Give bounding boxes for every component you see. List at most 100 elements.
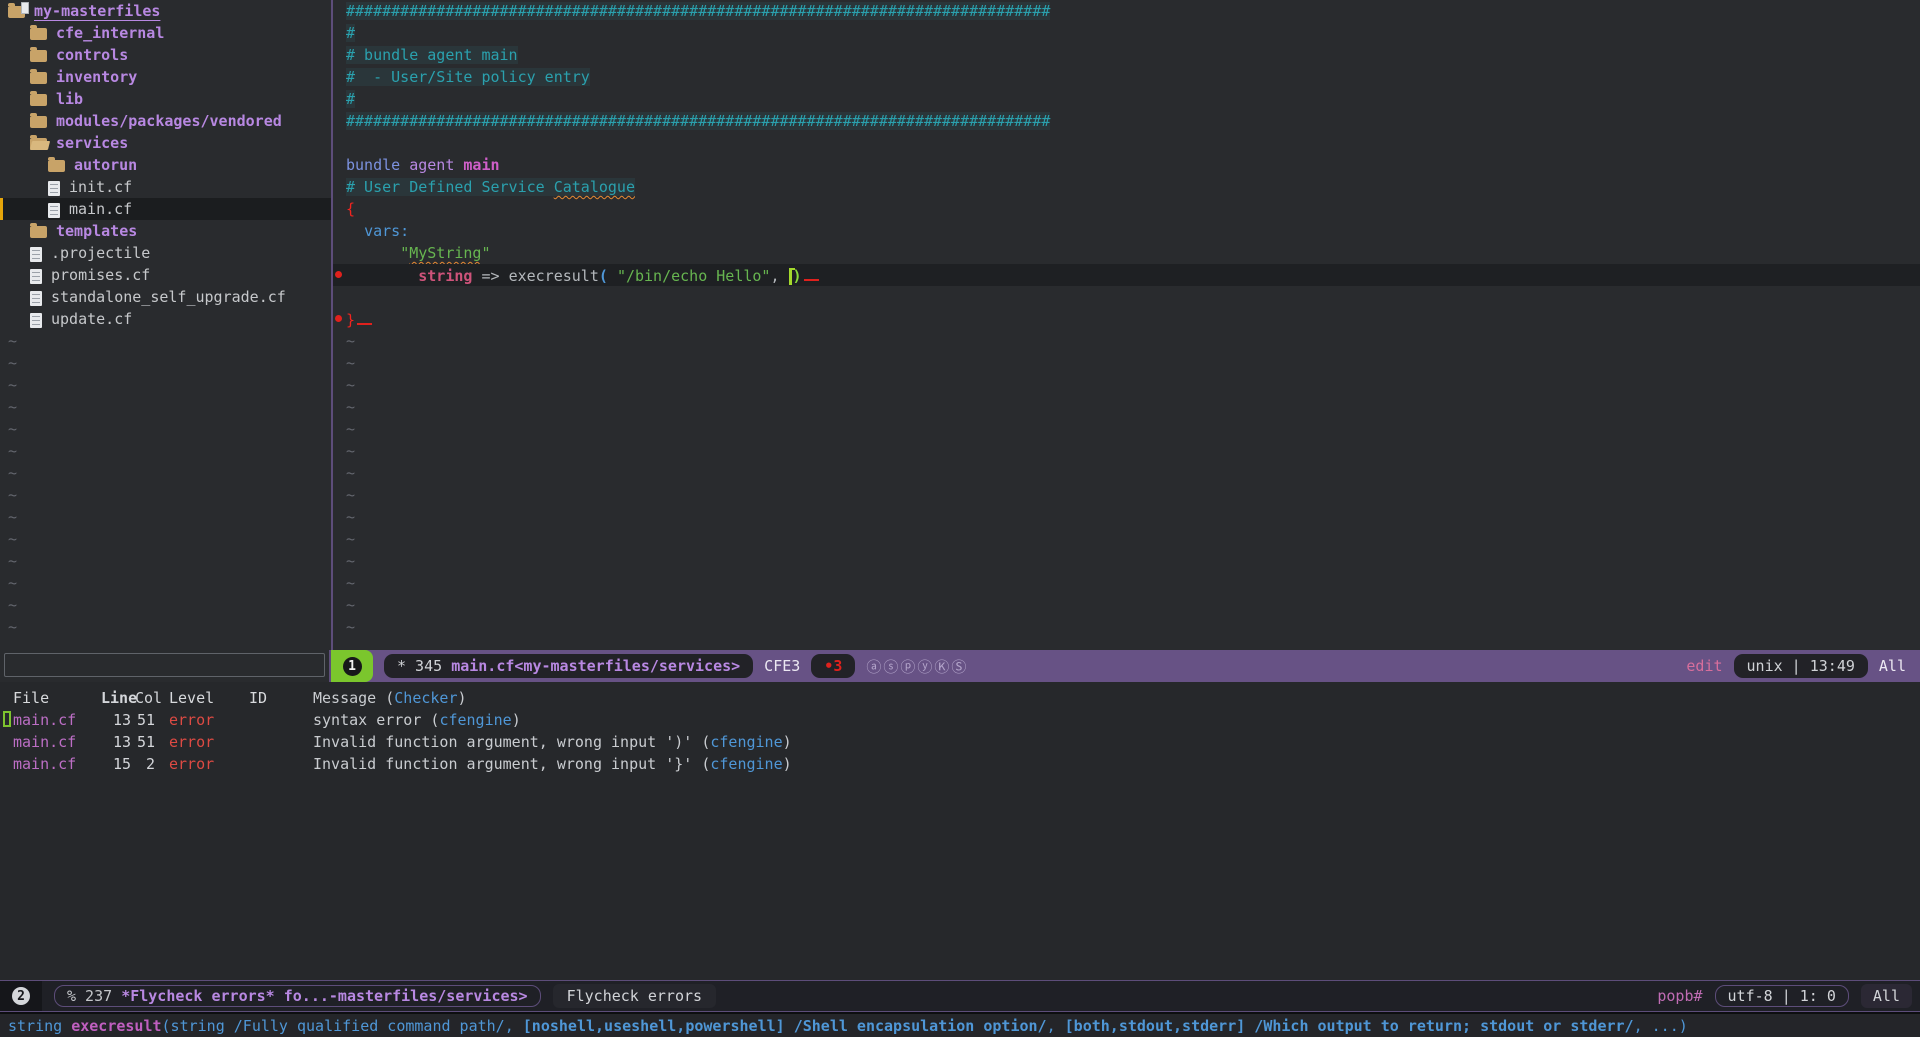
empty-line: ~ xyxy=(0,440,331,462)
window-number-badge-2: 2 xyxy=(0,981,42,1011)
flycheck-error-row-2[interactable]: main.cf1351errorInvalid function argumen… xyxy=(0,731,1920,753)
empty-line: ~ xyxy=(333,396,1920,418)
empty-line: ~ xyxy=(333,462,1920,484)
empty-line: ~ xyxy=(0,352,331,374)
tree-item-controls[interactable]: controls xyxy=(0,44,331,66)
error-col: 51 xyxy=(135,731,155,753)
code-line-1[interactable]: ########################################… xyxy=(333,0,1920,22)
flycheck-error-row-1[interactable]: main.cf1351errorsyntax error (cfengine) xyxy=(0,709,1920,731)
file-icon xyxy=(30,313,42,328)
error-file: File xyxy=(13,687,101,709)
inactive-modeline: 2 % 237 *Flycheck errors* fo...-masterfi… xyxy=(0,980,1920,1012)
tilde-marker: ~ xyxy=(8,332,17,350)
tree-item-inventory[interactable]: inventory xyxy=(0,66,331,88)
tree-item-init-cf[interactable]: init.cf xyxy=(0,176,331,198)
code-line-14[interactable] xyxy=(333,286,1920,308)
folder-icon xyxy=(48,160,65,172)
treemacs-modeline xyxy=(0,650,331,682)
root-folder-icon xyxy=(8,6,25,18)
code-segment: ########################################… xyxy=(346,112,1050,130)
message-segment: Invalid function argument, wrong input '… xyxy=(313,733,710,751)
tilde-marker: ~ xyxy=(346,442,355,460)
error-line: 15 xyxy=(101,753,131,775)
tree-item-label: inventory xyxy=(56,68,137,86)
eldoc-segment: [noshell,useshell,powershell] xyxy=(523,1017,785,1035)
tilde-marker: ~ xyxy=(346,420,355,438)
encoding-time: unix | 13:49 xyxy=(1734,654,1868,678)
code-line-2[interactable]: # xyxy=(333,22,1920,44)
code-segment: ( xyxy=(599,267,608,285)
major-mode-bottom[interactable]: Flycheck errors xyxy=(553,984,716,1008)
code-segment: => xyxy=(472,267,508,285)
tree-item-cfe-internal[interactable]: cfe_internal xyxy=(0,22,331,44)
code-segment: { xyxy=(346,200,355,218)
code-segment: # xyxy=(346,90,355,108)
error-id xyxy=(249,709,299,731)
tree-item--projectile[interactable]: .projectile xyxy=(0,242,331,264)
tree-empty-lines: ~~~~~~~~~~~~~~ xyxy=(0,330,331,638)
tree-item-my-masterfiles[interactable]: my-masterfiles xyxy=(0,0,331,22)
error-file: main.cf xyxy=(13,709,101,731)
tree-item-label: modules/packages/vendored xyxy=(56,112,282,130)
code-segment: # xyxy=(346,24,355,42)
code-window[interactable]: ########################################… xyxy=(333,0,1920,650)
tree-item-promises-cf[interactable]: promises.cf xyxy=(0,264,331,286)
code-line-10[interactable]: { xyxy=(333,198,1920,220)
eldoc-segment xyxy=(1245,1017,1254,1035)
code-segment: " xyxy=(481,244,490,262)
error-line: 13 xyxy=(101,731,131,753)
tree-item-label: lib xyxy=(56,90,83,108)
tree-item-label: init.cf xyxy=(69,178,132,196)
tilde-marker: ~ xyxy=(8,530,17,548)
tilde-marker: ~ xyxy=(8,486,17,504)
window-number-2: 2 xyxy=(12,987,30,1005)
code-line-3[interactable]: # bundle agent main xyxy=(333,44,1920,66)
tilde-marker: ~ xyxy=(8,596,17,614)
tree-item-label: cfe_internal xyxy=(56,24,164,42)
flycheck-errors-window[interactable]: FileLineColLevelIDMessage (Checker)main.… xyxy=(0,682,1920,980)
code-line-15[interactable]: } xyxy=(333,308,1920,330)
error-col: Col xyxy=(135,687,155,709)
tilde-marker: ~ xyxy=(346,486,355,504)
tilde-marker: ~ xyxy=(346,618,355,636)
tree-item-lib[interactable]: lib xyxy=(0,88,331,110)
tree-item-templates[interactable]: templates xyxy=(0,220,331,242)
tree-item-services[interactable]: services xyxy=(0,132,331,154)
error-message: Invalid function argument, wrong input '… xyxy=(313,753,792,775)
tree-item-update-cf[interactable]: update.cf xyxy=(0,308,331,330)
code-line-13[interactable]: string => execresult( "/bin/echo Hello",… xyxy=(333,264,1920,286)
code-line-11[interactable]: vars: xyxy=(333,220,1920,242)
tree-item-autorun[interactable]: autorun xyxy=(0,154,331,176)
code-segment: "/bin/echo Hello" xyxy=(617,267,771,285)
tree-item-modules-packages-vendored[interactable]: modules/packages/vendored xyxy=(0,110,331,132)
code-segment: execresult xyxy=(509,267,599,285)
flycheck-error-row-3[interactable]: main.cf152errorInvalid function argument… xyxy=(0,753,1920,775)
flycheck-error-count[interactable]: •3 xyxy=(811,654,855,678)
code-line-6[interactable]: ########################################… xyxy=(333,110,1920,132)
buffer-info[interactable]: * 345 main.cf<my-masterfiles/services> xyxy=(384,654,753,678)
tree-item-label: update.cf xyxy=(51,310,132,328)
file-tree: my-masterfiles cfe_internal controls invent… xyxy=(0,0,331,330)
code-line-5[interactable]: # xyxy=(333,88,1920,110)
buffer-modified-size: * 345 xyxy=(397,657,442,675)
buffer-info-bottom[interactable]: % 237 *Flycheck errors* fo...-masterfile… xyxy=(54,985,541,1007)
major-mode[interactable]: CFE3 xyxy=(764,657,800,675)
code-line-7[interactable] xyxy=(333,132,1920,154)
message-segment: Checker xyxy=(394,689,457,707)
tree-item-main-cf[interactable]: main.cf xyxy=(0,198,331,220)
code-line-9[interactable]: # User Defined Service Catalogue xyxy=(333,176,1920,198)
code-line-12[interactable]: "MyString" xyxy=(333,242,1920,264)
eldoc-segment xyxy=(785,1017,794,1035)
minor-mode-icons: ⓐⓢⓟⓨⓀⓈ xyxy=(866,656,968,677)
error-underline xyxy=(804,264,819,281)
eldoc-segment: execresult xyxy=(71,1017,161,1035)
code-segment: agent xyxy=(409,156,454,174)
treemacs-sidebar[interactable]: my-masterfiles cfe_internal controls invent… xyxy=(0,0,333,650)
echo-area-eldoc: string execresult(string /Fully qualifie… xyxy=(0,1012,1920,1037)
code-line-4[interactable]: # - User/Site policy entry xyxy=(333,66,1920,88)
code-line-8[interactable]: bundle agent main xyxy=(333,154,1920,176)
tree-item-standalone-self-upgrade-cf[interactable]: standalone_self_upgrade.cf xyxy=(0,286,331,308)
main-windows: my-masterfiles cfe_internal controls invent… xyxy=(0,0,1920,650)
message-segment: cfengine xyxy=(439,711,511,729)
eldoc-segment: , ...) xyxy=(1634,1017,1688,1035)
